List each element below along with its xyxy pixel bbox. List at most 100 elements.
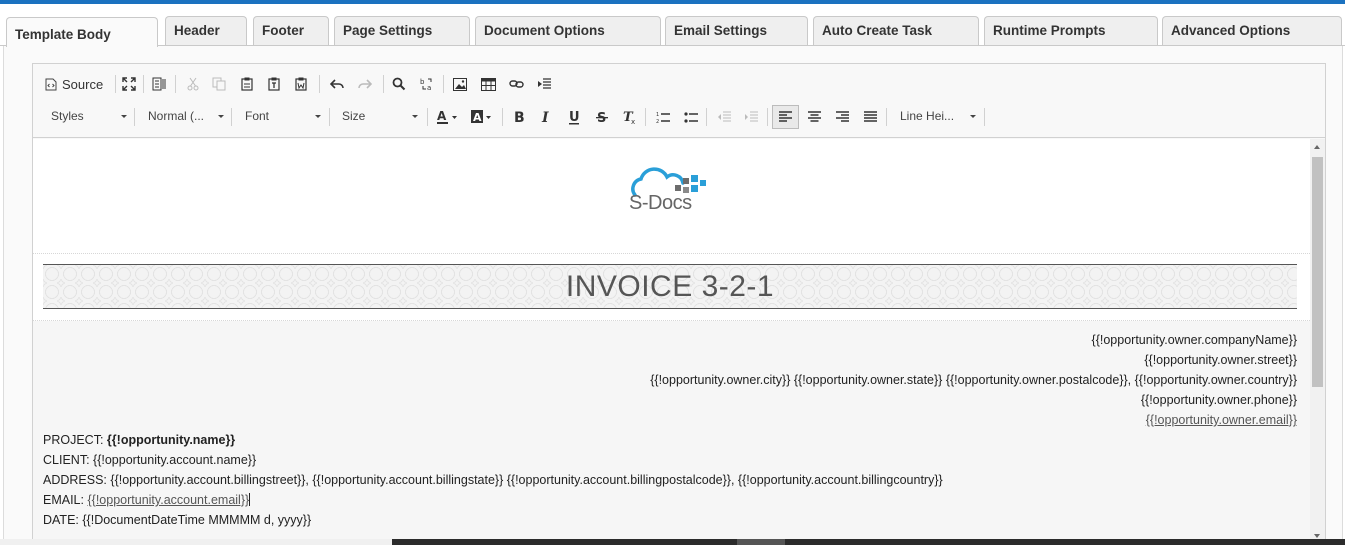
rich-text-editor: Source b a Styles Normal (... Font Size …	[32, 63, 1326, 545]
paste-button[interactable]	[237, 74, 257, 94]
invoice-details-section: {{!opportunity.owner.companyName}} {{!op…	[33, 321, 1310, 544]
date-value: {{!DocumentDateTime MMMMM d, yyyy}}	[82, 513, 312, 527]
strikethrough-button[interactable]: S	[592, 107, 612, 127]
numbered-list-icon: 12	[656, 111, 670, 124]
indent-icon	[744, 111, 758, 123]
toolbar-separator	[645, 108, 646, 126]
remove-format-icon: Tx	[623, 110, 637, 125]
owner-phone: {{!opportunity.owner.phone}}	[1140, 393, 1297, 407]
owner-street: {{!opportunity.owner.street}}	[1144, 353, 1297, 367]
justify-button[interactable]	[860, 107, 880, 127]
line-height-label: Line Hei...	[900, 109, 955, 123]
undo-button[interactable]	[327, 74, 347, 94]
paste-from-word-button[interactable]	[291, 74, 311, 94]
source-icon	[45, 78, 57, 91]
image-button[interactable]	[450, 74, 470, 94]
title-banner: INVOICE 3-2-1	[43, 264, 1297, 309]
scrollbar-thumb[interactable]	[1312, 157, 1323, 387]
insert-merge-field-button[interactable]	[534, 74, 554, 94]
bulleted-list-button[interactable]	[681, 107, 701, 127]
increase-indent-button[interactable]	[741, 107, 761, 127]
project-line: PROJECT: {{!opportunity.name}}	[43, 433, 235, 447]
paste-word-icon	[294, 77, 308, 91]
tab-header[interactable]: Header	[165, 16, 247, 45]
toolbar-separator	[443, 75, 444, 93]
tab-email-settings[interactable]: Email Settings	[665, 16, 808, 45]
tab-page-settings[interactable]: Page Settings	[334, 16, 470, 45]
tab-runtime-prompts[interactable]: Runtime Prompts	[984, 16, 1158, 45]
toolbar-separator	[319, 75, 320, 93]
text-color-button[interactable]: A	[434, 107, 462, 127]
format-dropdown[interactable]: Normal (...	[142, 106, 228, 128]
decrease-indent-button[interactable]	[714, 107, 734, 127]
tab-label: Template Body	[15, 27, 111, 42]
table-button[interactable]	[478, 74, 498, 94]
size-dropdown[interactable]: Size	[336, 106, 422, 128]
logo-section: S-Docs	[33, 139, 1310, 254]
link-button[interactable]	[506, 74, 526, 94]
tab-label: Advanced Options	[1171, 23, 1291, 38]
numbered-list-button[interactable]: 12	[653, 107, 673, 127]
show-blocks-button[interactable]	[149, 74, 169, 94]
tab-template-body[interactable]: Template Body	[6, 17, 158, 47]
size-label: Size	[342, 109, 366, 123]
source-button[interactable]: Source	[45, 74, 103, 94]
tab-label: Auto Create Task	[822, 23, 933, 38]
align-center-button[interactable]	[804, 107, 824, 127]
align-right-icon	[835, 111, 849, 123]
owner-address-line: {{!opportunity.owner.city}} {{!opportuni…	[650, 373, 1297, 387]
svg-text:x: x	[631, 118, 635, 125]
tab-label: Page Settings	[343, 23, 433, 38]
maximize-button[interactable]	[119, 74, 139, 94]
scroll-up-icon[interactable]	[1314, 145, 1320, 149]
strikethrough-icon: S	[596, 110, 608, 124]
svg-text:A: A	[437, 109, 447, 123]
bulleted-list-icon	[684, 111, 698, 124]
image-icon	[453, 77, 467, 91]
date-line: DATE: {{!DocumentDateTime MMMMM d, yyyy}…	[43, 513, 311, 527]
tab-document-options[interactable]: Document Options	[475, 16, 661, 45]
owner-email-link[interactable]: {{!opportunity.owner.email}}	[1146, 413, 1297, 427]
tab-advanced-options[interactable]: Advanced Options	[1162, 16, 1342, 45]
tab-footer[interactable]: Footer	[253, 16, 329, 45]
toolbar-separator	[143, 75, 144, 93]
chevron-down-icon	[121, 115, 127, 118]
email-label: EMAIL:	[43, 493, 84, 507]
chevron-down-icon	[412, 115, 418, 118]
cut-button[interactable]	[183, 74, 203, 94]
align-left-button[interactable]	[772, 105, 799, 129]
project-value: {{!opportunity.name}}	[106, 433, 236, 447]
justify-icon	[863, 111, 877, 123]
copy-button[interactable]	[209, 74, 229, 94]
client-email-link[interactable]: {{!opportunity.account.email}}	[87, 493, 249, 507]
scroll-down-icon[interactable]	[1314, 534, 1320, 538]
s-docs-logo: S-Docs	[623, 165, 713, 217]
line-height-dropdown[interactable]: Line Hei...	[894, 106, 980, 128]
underline-icon: U	[568, 110, 580, 125]
redo-button[interactable]	[355, 74, 375, 94]
editor-content[interactable]: S-Docs INVOICE 3-2-1 {{!opportunity.owne…	[33, 139, 1310, 544]
underline-button[interactable]: U	[564, 107, 584, 127]
bold-button[interactable]: B	[509, 107, 529, 127]
cut-icon	[186, 77, 200, 91]
toolbar-separator	[383, 75, 384, 93]
styles-dropdown[interactable]: Styles	[45, 106, 131, 128]
replace-button[interactable]: ba	[417, 74, 437, 94]
background-color-button[interactable]: A	[468, 107, 496, 127]
remove-format-button[interactable]: Tx	[620, 107, 640, 127]
font-dropdown[interactable]: Font	[239, 106, 325, 128]
text-cursor	[249, 493, 251, 506]
italic-button[interactable]: I	[536, 107, 556, 127]
svg-text:B: B	[514, 110, 525, 124]
font-label: Font	[245, 109, 270, 123]
paste-text-button[interactable]	[264, 74, 284, 94]
bottom-bar	[0, 539, 1345, 545]
search-icon	[392, 77, 406, 91]
align-left-icon	[779, 111, 792, 123]
vertical-scrollbar[interactable]	[1310, 139, 1325, 544]
find-button[interactable]	[389, 74, 409, 94]
tab-auto-create-task[interactable]: Auto Create Task	[813, 16, 979, 45]
tab-bar: Template Body Header Footer Page Setting…	[0, 14, 1345, 47]
toolbar-separator	[329, 108, 330, 126]
align-right-button[interactable]	[832, 107, 852, 127]
